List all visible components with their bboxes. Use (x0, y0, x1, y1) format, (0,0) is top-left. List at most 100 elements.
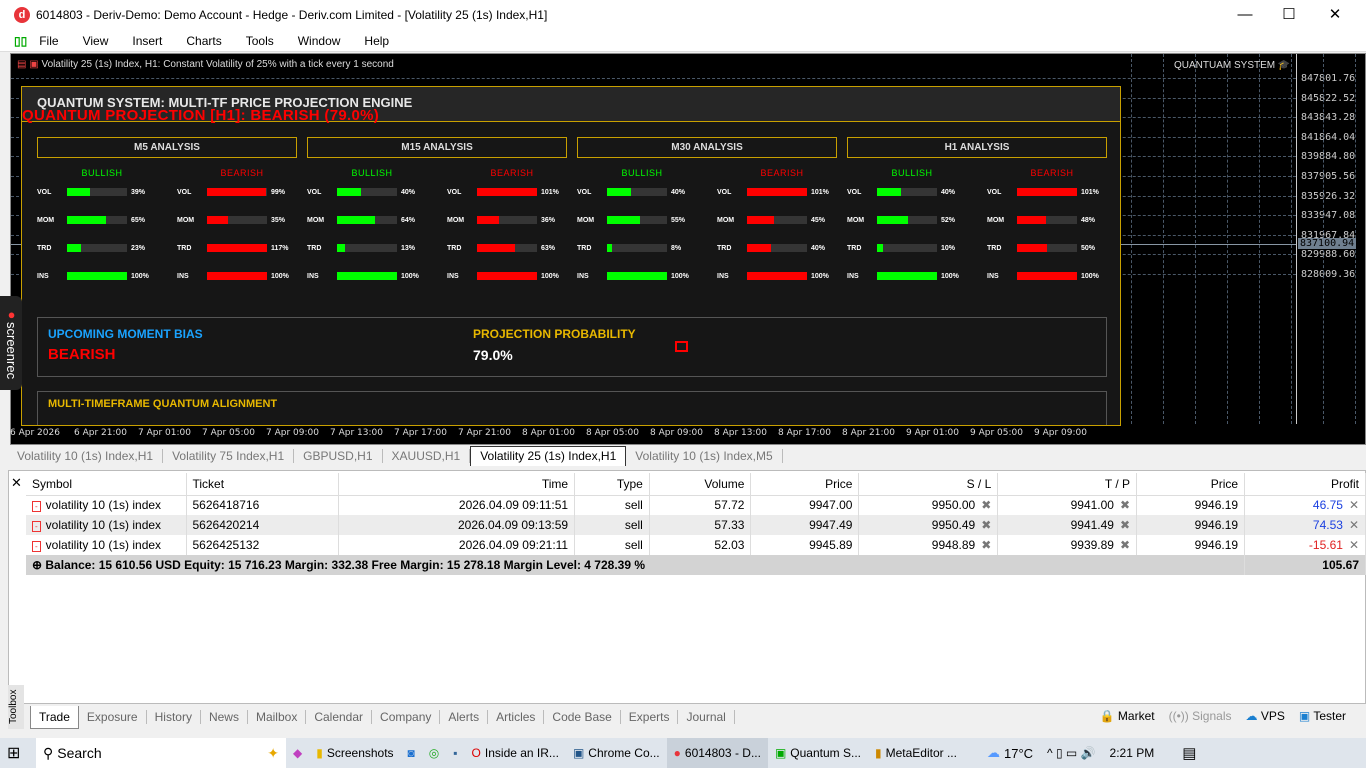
minimize-button[interactable]: — (1222, 0, 1268, 30)
type-cell: sell (574, 535, 650, 555)
signals-button[interactable]: ((•)) Signals (1169, 709, 1232, 723)
metric-bar (207, 244, 267, 252)
metaeditor-icon: ▮ (875, 746, 882, 760)
total-profit: 105.67 (1244, 555, 1366, 575)
metric-bar-fill (607, 216, 640, 224)
price-label: 829988.60 (1301, 249, 1356, 261)
remove-tp-icon[interactable]: ✖ (1120, 498, 1130, 512)
sl-cell[interactable]: 9950.49 ✖ (858, 515, 999, 535)
metric-bar (207, 188, 267, 196)
taskbar-app-quantum[interactable]: ▣ Quantum S... (768, 738, 868, 768)
remove-tp-icon[interactable]: ✖ (1120, 538, 1130, 552)
price-chart[interactable]: 847801.76 845822.52 843843.28 841864.04 8398… (10, 53, 1366, 445)
table-row[interactable]: - volatility 10 (1s) index 5626418716 2026.… (26, 495, 1366, 515)
close-button[interactable]: ✕ (1312, 0, 1358, 30)
weather-widget[interactable]: ☁ 17°C (980, 738, 1040, 768)
whatsapp-icon[interactable]: ◎ (422, 738, 446, 768)
column-header[interactable]: Price (1136, 473, 1246, 496)
metric-label: VOL (447, 189, 462, 196)
column-header[interactable]: S / L (858, 473, 999, 496)
menu-file[interactable]: File (27, 34, 70, 48)
remove-sl-icon[interactable]: ✖ (981, 498, 991, 512)
system-tray[interactable]: ^ ▯ ▭ 🔊 (1040, 738, 1103, 768)
windows-start-icon[interactable]: ⊞ (0, 738, 36, 768)
terminal-tab[interactable]: Articles (488, 710, 545, 724)
metric-bar (1017, 244, 1077, 252)
column-header[interactable]: Ticket (186, 473, 340, 496)
vps-button[interactable]: ☁ VPS (1245, 709, 1284, 723)
notifications-icon[interactable]: ▤ (1175, 738, 1203, 768)
ticket-cell: 5626425132 (186, 535, 340, 555)
python-icon[interactable]: ▪ (446, 738, 464, 768)
column-header[interactable]: Symbol (26, 473, 187, 496)
sl-cell[interactable]: 9948.89 ✖ (858, 535, 999, 555)
expand-icon[interactable]: ⊕ (32, 558, 45, 572)
close-position-icon[interactable]: ✕ (1349, 538, 1359, 552)
sl-cell[interactable]: 9950.00 ✖ (858, 495, 999, 515)
terminal-tab[interactable]: Calendar (306, 710, 373, 724)
mt5-icon: ▣ (774, 746, 787, 760)
screenrec-widget[interactable]: ●screenrec (0, 296, 22, 390)
menu-insert[interactable]: Insert (120, 34, 174, 48)
outlook-icon[interactable]: ◙ (401, 738, 422, 768)
column-header[interactable]: Price (750, 473, 860, 496)
metric-label: MOM (37, 217, 55, 224)
column-header[interactable]: Type (574, 473, 650, 496)
menu-tools[interactable]: Tools (234, 34, 286, 48)
menu-help[interactable]: Help (352, 34, 401, 48)
terminal-tab[interactable]: Trade (30, 705, 79, 729)
tp-cell[interactable]: 9939.89 ✖ (997, 535, 1138, 555)
terminal-tab[interactable]: Code Base (544, 710, 621, 724)
column-header[interactable]: Profit (1244, 473, 1366, 496)
terminal-tab[interactable]: Journal (678, 710, 735, 724)
taskbar-app-screenshots[interactable]: ▮ Screenshots (309, 738, 400, 768)
terminal-tab[interactable]: News (201, 710, 248, 724)
menu-window[interactable]: Window (286, 34, 353, 48)
clock[interactable]: 2:21 PM (1103, 738, 1162, 768)
chart-tab[interactable]: GBPUSD,H1 (294, 448, 383, 463)
market-button[interactable]: 🔒 Market (1100, 709, 1155, 723)
close-toolbox-icon[interactable]: ✕ (11, 475, 22, 491)
taskbar-search[interactable]: ⚲ Search ✦ (36, 738, 286, 768)
bearish-column: BEARISH VOL 101% MOM 45% TRD 40% INS 100% (717, 168, 847, 298)
column-header[interactable]: Volume (649, 473, 752, 496)
metric-bar-fill (207, 272, 267, 280)
terminal-tab[interactable]: Exposure (79, 710, 147, 724)
menu-view[interactable]: View (71, 34, 121, 48)
metric-percent: 100% (1081, 273, 1099, 280)
remove-sl-icon[interactable]: ✖ (981, 518, 991, 532)
table-row[interactable]: - volatility 10 (1s) index 5626420214 2026.… (26, 515, 1366, 535)
tester-button[interactable]: ▣ Tester (1299, 709, 1346, 723)
menu-charts[interactable]: Charts (174, 34, 233, 48)
column-header[interactable]: Time (338, 473, 576, 496)
terminal-tab[interactable]: Mailbox (248, 710, 307, 724)
remove-sl-icon[interactable]: ✖ (981, 538, 991, 552)
metric-bar (747, 272, 807, 280)
toolbox-label[interactable]: Toolbox (8, 685, 24, 729)
terminal-tab[interactable]: Company (372, 710, 441, 724)
copilot-icon[interactable]: ◆ (286, 738, 309, 768)
price-label: 833947.08 (1301, 210, 1356, 222)
chart-tab[interactable]: Volatility 10 (1s) Index,H1 (8, 448, 164, 463)
maximize-button[interactable]: ☐ (1266, 0, 1312, 30)
column-header[interactable]: T / P (997, 473, 1138, 496)
tp-cell[interactable]: 9941.49 ✖ (997, 515, 1138, 535)
terminal-tab[interactable]: History (147, 710, 201, 724)
taskbar: ⊞ ⚲ Search ✦ ◆ ▮ Screenshots ◙ ◎ ▪ O Inside… (0, 738, 1366, 768)
chart-tab[interactable]: Volatility 75 Index,H1 (163, 448, 295, 463)
terminal-tab[interactable]: Experts (621, 710, 679, 724)
tp-cell[interactable]: 9941.00 ✖ (997, 495, 1138, 515)
chart-tab[interactable]: Volatility 25 (1s) Index,H1 (470, 445, 627, 466)
menu-bar: ▯▯ File View Insert Charts Tools Window … (0, 30, 1366, 52)
close-position-icon[interactable]: ✕ (1349, 518, 1359, 532)
chart-tab[interactable]: XAUUSD,H1 (383, 448, 471, 463)
terminal-tab[interactable]: Alerts (440, 710, 489, 724)
taskbar-app-chrome-console[interactable]: ▣ Chrome Co... (566, 738, 667, 768)
remove-tp-icon[interactable]: ✖ (1120, 518, 1130, 532)
chart-tab[interactable]: Volatility 10 (1s) Index,M5 (626, 448, 783, 463)
taskbar-app-deriv[interactable]: ● 6014803 - D... (666, 738, 768, 768)
table-row[interactable]: - volatility 10 (1s) index 5626425132 2026.… (26, 535, 1366, 555)
close-position-icon[interactable]: ✕ (1349, 498, 1359, 512)
taskbar-app-metaeditor[interactable]: ▮ MetaEditor ... (868, 738, 964, 768)
taskbar-app-opera[interactable]: O Inside an IR... (465, 738, 566, 768)
